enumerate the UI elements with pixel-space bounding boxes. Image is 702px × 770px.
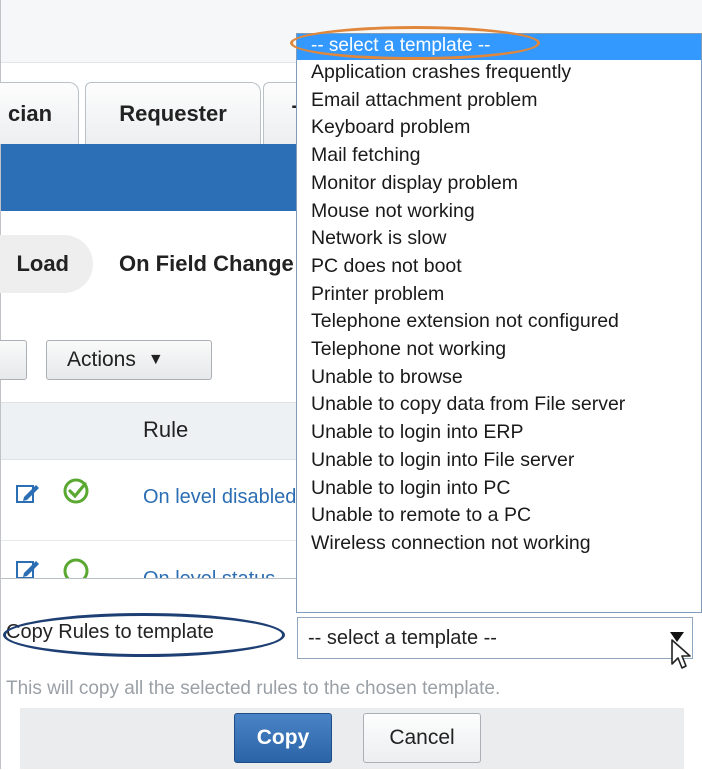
section-header-bar bbox=[1, 144, 301, 211]
dropdown-option[interactable]: Unable to copy data from File server bbox=[311, 391, 625, 419]
template-select[interactable]: -- select a template -- bbox=[297, 617, 693, 659]
tab-technician[interactable]: cian bbox=[0, 82, 79, 144]
dropdown-option[interactable]: Unable to remote to a PC bbox=[311, 502, 625, 530]
table-row: On level status bbox=[1, 540, 301, 578]
template-select-value: -- select a template -- bbox=[308, 627, 497, 649]
tab-strip: cian Requester T bbox=[0, 82, 323, 144]
dropdown-option[interactable]: Telephone not working bbox=[311, 336, 625, 364]
dropdown-option[interactable]: Email attachment problem bbox=[311, 87, 625, 115]
tab-on-field-change[interactable]: On Field Change bbox=[119, 235, 299, 293]
check-circle-icon bbox=[63, 478, 89, 504]
actions-label: Actions bbox=[67, 348, 136, 371]
column-header-rule: Rule bbox=[143, 417, 189, 442]
dropdown-options: Application crashes frequently Email att… bbox=[311, 59, 625, 558]
toolbar-button-partial[interactable] bbox=[0, 340, 27, 380]
dropdown-option[interactable]: Unable to browse bbox=[311, 364, 625, 392]
highlight-oval-top bbox=[290, 26, 540, 60]
caret-down-icon: ▼ bbox=[147, 351, 164, 368]
check-circle-icon bbox=[63, 558, 89, 578]
edit-icon[interactable] bbox=[15, 480, 41, 506]
edit-icon[interactable] bbox=[15, 556, 41, 578]
tab-on-form-load[interactable]: Load bbox=[0, 235, 93, 293]
dropdown-option[interactable]: Wireless connection not working bbox=[311, 530, 625, 558]
rule-link[interactable]: On level disabled bbox=[143, 486, 296, 509]
table-row: On level disabled bbox=[1, 458, 301, 541]
dropdown-option[interactable]: Keyboard problem bbox=[311, 114, 625, 142]
copy-button[interactable]: Copy bbox=[234, 713, 332, 763]
rules-table-header: Rule bbox=[1, 402, 301, 460]
dropdown-option[interactable]: Mail fetching bbox=[311, 142, 625, 170]
dropdown-option[interactable]: Application crashes frequently bbox=[311, 59, 625, 87]
dropdown-option[interactable]: Mouse not working bbox=[311, 198, 625, 226]
dropdown-option[interactable]: Network is slow bbox=[311, 225, 625, 253]
template-dropdown-list[interactable]: -- select a template -- Application cras… bbox=[296, 33, 702, 613]
dropdown-option[interactable]: Unable to login into ERP bbox=[311, 419, 625, 447]
actions-button[interactable]: Actions ▼ bbox=[46, 340, 212, 380]
copy-helper-text: This will copy all the selected rules to… bbox=[6, 678, 501, 699]
button-bar bbox=[20, 708, 684, 769]
dropdown-option[interactable]: Printer problem bbox=[311, 281, 625, 309]
rule-trigger-tabs: Load On Field Change bbox=[0, 235, 301, 293]
dropdown-option[interactable]: Unable to login into PC bbox=[311, 475, 625, 503]
dropdown-option[interactable]: Unable to login into File server bbox=[311, 447, 625, 475]
dropdown-option[interactable]: Monitor display problem bbox=[311, 170, 625, 198]
mouse-pointer-icon bbox=[671, 639, 691, 669]
dropdown-option[interactable]: Telephone extension not configured bbox=[311, 308, 625, 336]
tab-requester[interactable]: Requester bbox=[85, 82, 261, 144]
dropdown-option[interactable]: PC does not boot bbox=[311, 253, 625, 281]
rule-link[interactable]: On level status bbox=[143, 568, 275, 578]
cancel-button[interactable]: Cancel bbox=[363, 713, 481, 763]
highlight-oval-label bbox=[3, 613, 285, 657]
